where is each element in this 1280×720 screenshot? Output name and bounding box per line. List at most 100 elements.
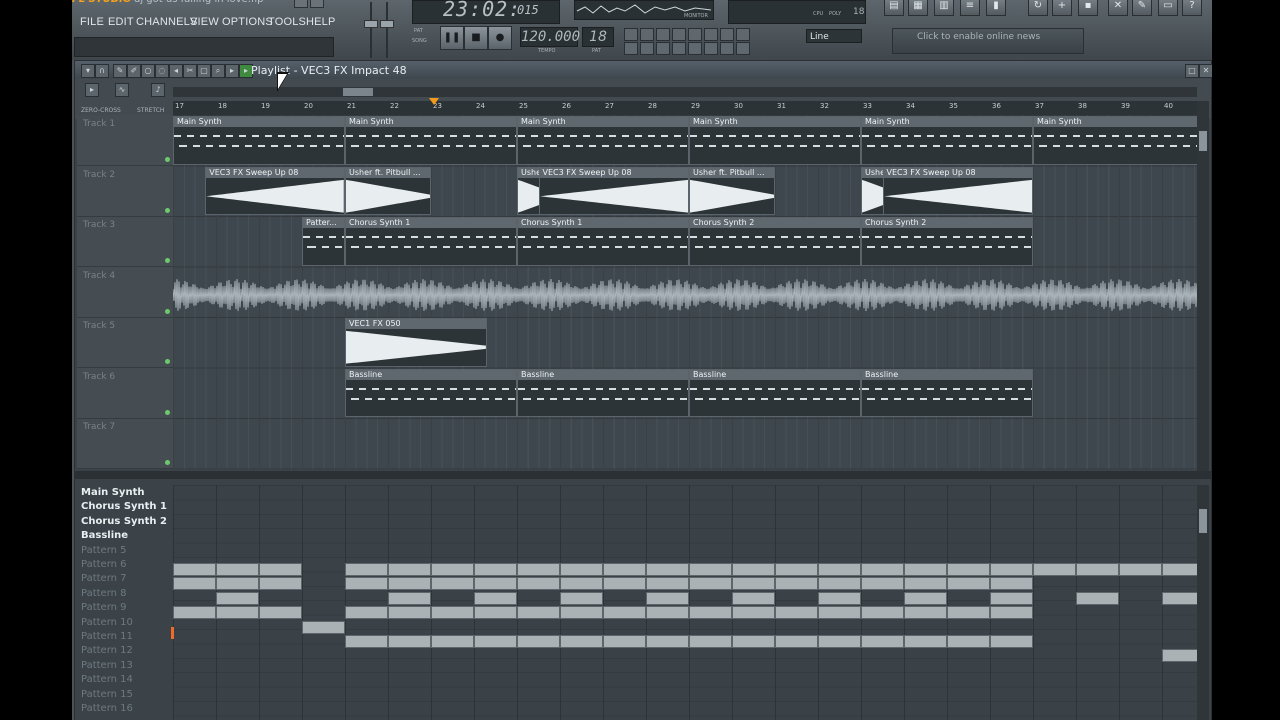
zero-cross-toggle[interactable]: ZERO-CROSS [81,107,121,114]
slip-tool-icon[interactable]: ◂ [169,64,183,78]
playlist-clip[interactable]: Usher ft. Pitbull ... [345,166,431,215]
browser-icon[interactable]: ≡ [960,0,980,16]
menu-file[interactable]: FILE [80,16,104,30]
pattern-block[interactable] [259,577,302,591]
pattern-block[interactable] [646,606,689,620]
pattern-block[interactable] [173,606,216,620]
pattern-block[interactable] [216,591,259,605]
refresh-icon[interactable]: ↻ [1028,0,1048,16]
pattern-block[interactable] [904,635,947,648]
metronome-icon[interactable] [640,28,654,41]
stretch-toggle[interactable]: STRETCH [137,107,164,114]
pattern-block[interactable] [990,606,1033,620]
loop-record-icon[interactable] [720,28,734,41]
pattern-picker-item[interactable]: Pattern 7 [81,573,127,584]
news-panel[interactable]: Click to enable online news [892,28,1084,54]
audio-tracks-icon[interactable]: ∿ [115,83,129,97]
pattern-block[interactable] [990,635,1033,648]
pattern-block[interactable] [689,563,732,576]
playlist-clip[interactable]: Chorus Synth 1 [517,217,689,266]
pattern-number[interactable]: 18 [582,27,614,47]
horizontal-scrollbar[interactable] [173,87,1197,97]
pattern-block[interactable] [947,635,990,648]
pattern-block[interactable] [732,635,775,648]
playlist-clip[interactable]: VEC3 FX Sweep Up 08 [882,166,1033,215]
pattern-block[interactable] [646,563,689,576]
track-enable-icon[interactable] [165,359,170,364]
pattern-block[interactable] [689,577,732,591]
pattern-block[interactable] [818,563,861,576]
pattern-block[interactable] [947,563,990,576]
playlist-clip[interactable]: Bassline [345,368,517,417]
vertical-scroll-thumb[interactable] [1199,131,1207,151]
maximize-playlist-icon[interactable]: □ [1185,64,1199,78]
pattern-block[interactable] [732,591,775,605]
pattern-block[interactable] [818,606,861,620]
track-header[interactable]: Track 4 [77,267,173,318]
pattern-block[interactable] [345,606,388,620]
pattern-picker-item[interactable]: Chorus Synth 2 [81,516,167,527]
pattern-picker-grid[interactable] [173,485,1205,720]
pattern-block[interactable] [990,577,1033,591]
track-header[interactable]: Track 5 [77,317,173,368]
pattern-block[interactable] [474,591,517,605]
pattern-block[interactable] [560,591,603,605]
piano-roll-icon[interactable]: ▥ [934,0,954,16]
pattern-block[interactable] [1033,563,1076,576]
playlist-clip[interactable]: Main Synth [173,116,345,165]
pattern-block[interactable] [904,606,947,620]
pattern-block[interactable] [732,606,775,620]
pattern-block[interactable] [345,563,388,576]
horizontal-scroll-thumb[interactable] [343,88,373,96]
playlist-clip[interactable]: Chorus Synth 2 [689,217,861,266]
track-enable-icon[interactable] [165,460,170,465]
pattern-picker-item[interactable]: Bassline [81,530,128,541]
pattern-block[interactable] [1076,563,1119,576]
time-display[interactable]: 23:02: 015 [412,0,560,24]
pattern-block[interactable] [216,563,259,576]
export-icon[interactable]: ▭ [1158,0,1178,16]
playlist-clip[interactable]: Chorus Synth 2 [861,217,1033,266]
pattern-block[interactable] [431,563,474,576]
pattern-block[interactable] [259,563,302,576]
master-pitch-knob[interactable] [380,20,394,28]
playlist-clip[interactable]: Chorus Synth 1 [345,217,517,266]
step-sequencer-icon[interactable]: ▦ [908,0,928,16]
blend-notes-icon[interactable] [704,28,718,41]
mute-tool-icon[interactable]: ◌ [155,64,169,78]
pattern-block[interactable] [431,635,474,648]
pattern-block[interactable] [302,620,345,634]
pattern-block[interactable] [173,563,216,576]
step-edit-icon[interactable] [672,28,686,41]
pattern-block[interactable] [861,563,904,576]
link-controller-icon[interactable] [736,42,750,55]
save-icon[interactable]: ▪ [1078,0,1098,16]
mixer-icon[interactable]: ▮ [986,0,1006,16]
pattern-block[interactable] [818,591,861,605]
punch-in-icon[interactable] [624,42,638,55]
playlist-clip[interactable]: Usher ft. Pitbull ... [689,166,775,215]
pattern-block[interactable] [646,591,689,605]
pattern-block[interactable] [431,577,474,591]
pattern-block[interactable] [990,591,1033,605]
pause-button[interactable]: ❚❚ [440,26,464,50]
panel-divider[interactable] [75,471,1211,479]
pattern-block[interactable] [603,563,646,576]
menu-edit[interactable]: EDIT [108,16,134,30]
pattern-block[interactable] [732,577,775,591]
track-header[interactable]: Track 2 [77,166,173,217]
pattern-block[interactable] [474,577,517,591]
pattern-picker-item[interactable]: Pattern 6 [81,559,127,570]
tempo-display[interactable]: 120.000 [520,27,580,47]
pattern-block[interactable] [646,577,689,591]
record-button[interactable]: ● [488,26,512,50]
track-enable-icon[interactable] [165,409,170,415]
playhead-marker[interactable] [429,98,439,105]
pattern-block[interactable] [603,606,646,620]
playlist-menu-icon[interactable]: ▾ [81,64,95,78]
track-header[interactable]: Track 7 [77,418,173,469]
pattern-picker-item[interactable]: Pattern 14 [81,674,133,685]
picker-scroll-thumb[interactable] [1199,509,1207,533]
close-window-button[interactable] [310,0,324,8]
pattern-block[interactable] [560,635,603,648]
